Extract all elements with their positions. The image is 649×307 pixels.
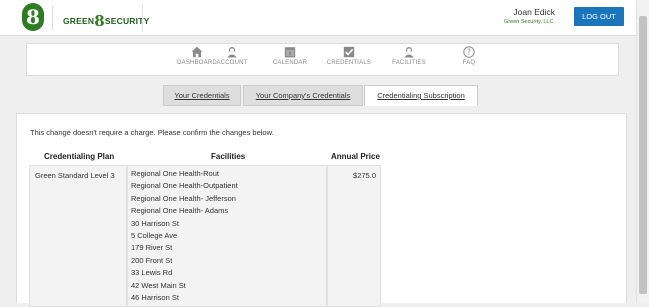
svg-text:?: ? [467, 48, 471, 57]
logo-text-pre: GREEN [63, 16, 95, 26]
table-cell-plan: Green Standard Level 3 [29, 165, 127, 307]
nav-label: CALENDAR [272, 60, 308, 66]
list-item: Regional One Health- Adams [131, 206, 229, 216]
list-item: Regional One Health-Outpatient [131, 181, 238, 191]
list-item: Regional One Health- Jefferson [131, 193, 236, 203]
nav-label: FACILITIES [392, 60, 426, 66]
subscription-panel: This change doesn't require a charge. Pl… [16, 113, 627, 307]
question-icon: ? [463, 46, 475, 58]
main-nav: DASHBOARD ACCOUNT CALENDAR CREDENTIALS F… [26, 43, 619, 76]
list-item: 179 River St [131, 243, 173, 253]
logo-text-mid: 8 [94, 12, 105, 30]
confirmation-notice: This change doesn't require a charge. Pl… [30, 128, 274, 137]
list-item: 33 Lewis Rd [131, 268, 173, 278]
user-name: Joan Edick [513, 7, 555, 17]
list-item: 30 Harrison St [131, 218, 179, 228]
plan-name: Green Standard Level 3 [35, 171, 115, 180]
nav-label: FAQ [462, 60, 476, 66]
nav-item-credentials[interactable]: CREDENTIALS [319, 46, 379, 74]
list-item: 200 Front St [131, 255, 173, 265]
tab-credentialing-subscription[interactable]: Credentialing Subscription [364, 85, 478, 106]
nav-label: ACCOUNT [216, 60, 248, 66]
top-header: 8 GREEN8SECURITY Joan Edick Green Securi… [0, 0, 637, 36]
header-divider [142, 4, 143, 32]
user-company: Green Security, LLC. [504, 19, 555, 25]
logo-icon[interactable]: 8 [22, 3, 44, 31]
column-header-price: Annual Price [331, 152, 380, 161]
logo-divider [52, 6, 53, 30]
user-icon [404, 47, 414, 58]
nav-item-facilities[interactable]: FACILITIES [379, 46, 439, 74]
scrollbar-thumb[interactable] [639, 16, 647, 294]
list-item: 46 Harrison St [131, 292, 179, 302]
page-scrollbar[interactable] [636, 0, 649, 302]
list-item: 42 West Main St [131, 280, 186, 290]
tab-company-credentials[interactable]: Your Company's Credentials [243, 85, 363, 106]
column-header-facilities: Facilities [211, 152, 246, 161]
nav-label: CREDENTIALS [326, 60, 372, 66]
user-icon [227, 47, 237, 58]
tab-your-credentials[interactable]: Your Credentials [163, 85, 241, 106]
facility-list: Regional One Health-Rout Regional One He… [128, 166, 326, 304]
column-header-plan: Credentialing Plan [44, 152, 115, 161]
nav-item-account[interactable]: ACCOUNT [202, 46, 262, 74]
logo-text[interactable]: GREEN8SECURITY [63, 12, 149, 30]
annual-price: $275.0 [353, 171, 376, 180]
logout-button[interactable]: LOG OUT [574, 7, 624, 26]
table-cell-facilities: Regional One Health-Rout Regional One He… [127, 165, 327, 307]
list-item: 5 College Ave [131, 230, 178, 240]
table-cell-price: $275.0 [327, 165, 381, 307]
nav-item-faq[interactable]: ? FAQ [439, 46, 499, 74]
nav-item-calendar[interactable]: CALENDAR [260, 46, 320, 74]
checkbox-icon [343, 46, 355, 58]
calendar-icon [284, 47, 296, 58]
list-item: Regional One Health-Rout [131, 169, 219, 178]
